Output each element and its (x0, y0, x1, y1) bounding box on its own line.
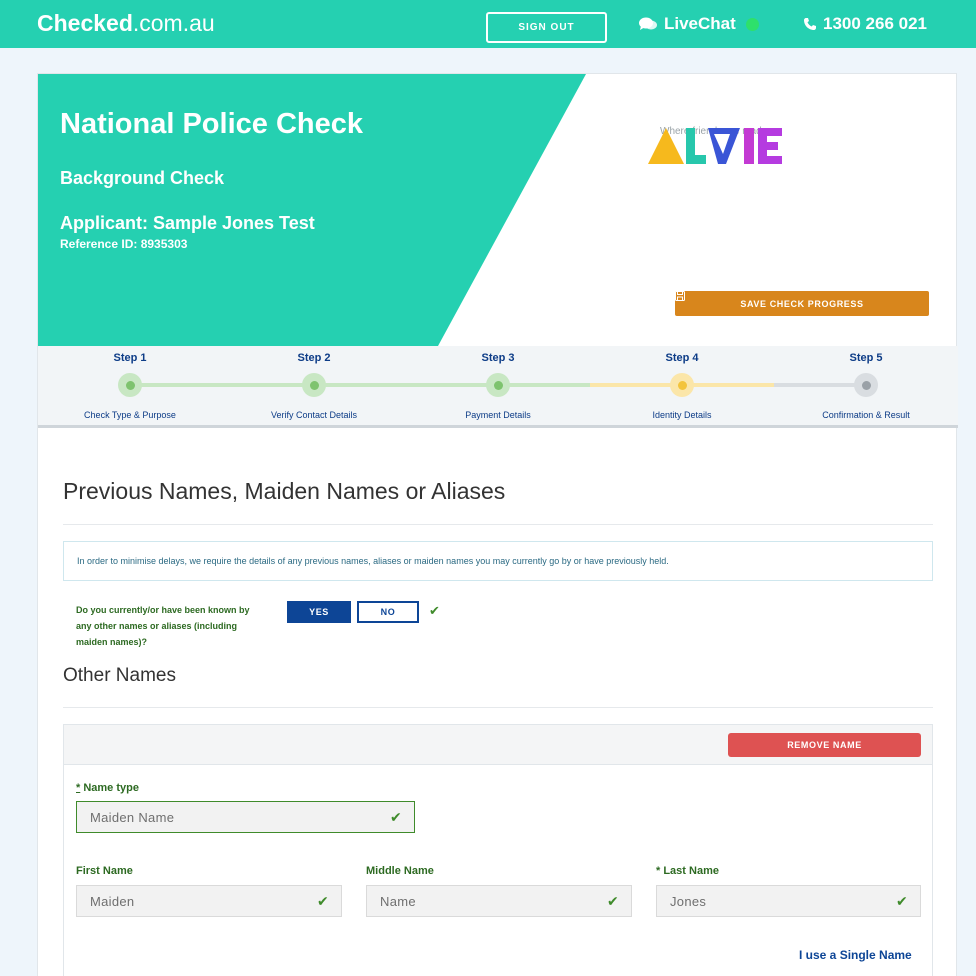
middle-name-input[interactable]: Name ✔ (366, 885, 632, 917)
step-1-description: Check Type & Purpose (84, 410, 176, 420)
last-name-label: * Last Name (656, 865, 719, 877)
step-connector (774, 383, 866, 387)
info-notice: In order to minimise delays, we require … (63, 541, 933, 581)
name-type-label: * Name type (76, 782, 139, 794)
step-5-pending-icon (854, 373, 878, 397)
check-card: National Police Check Background Check A… (37, 73, 958, 976)
step-2-complete-icon[interactable] (302, 373, 326, 397)
save-check-progress-button[interactable]: SAVE CHECK PROGRESS (675, 291, 929, 316)
step-4-description: Identity Details (652, 410, 712, 420)
single-name-link[interactable]: I use a Single Name (799, 948, 912, 962)
other-names-question: Do you currently/or have been known by a… (76, 605, 250, 647)
step-4-label: Step 4 (665, 352, 699, 364)
first-name-value: Maiden (90, 893, 135, 909)
chat-bubbles-icon (639, 17, 657, 30)
no-button[interactable]: NO (357, 601, 419, 623)
progress-stepper: Step 1 Check Type & Purpose Step 2 Verif… (38, 346, 958, 428)
top-bar: Checked.com.au SIGN OUT LiveChat 1300 26… (0, 0, 976, 48)
name-type-value: Maiden Name (90, 809, 175, 825)
step-5-description: Confirmation & Result (822, 410, 910, 420)
step-connector (130, 383, 314, 387)
first-name-input[interactable]: Maiden ✔ (76, 885, 342, 917)
reference-id: Reference ID: 8935303 (60, 237, 188, 251)
step-3-label: Step 3 (481, 352, 515, 364)
step-4-current-icon (670, 373, 694, 397)
step-1-label: Step 1 (113, 352, 147, 364)
step-3-complete-icon[interactable] (486, 373, 510, 397)
subsection-divider (63, 707, 933, 708)
section-divider (63, 524, 933, 525)
step-connector (498, 383, 590, 387)
first-name-label: First Name (76, 865, 133, 877)
required-marker: * (76, 782, 81, 794)
yes-button[interactable]: YES (287, 601, 351, 623)
step-3-description: Payment Details (465, 410, 531, 420)
partner-logo-icon (648, 128, 782, 164)
section-title: Previous Names, Maiden Names or Aliases (63, 478, 506, 504)
site-logo[interactable]: Checked.com.au (37, 10, 215, 37)
page-title: National Police Check (60, 108, 363, 140)
middle-name-value: Name (380, 893, 416, 909)
valid-check-icon: ✔ (389, 809, 402, 825)
phone-number: 1300 266 021 (823, 14, 927, 33)
sign-out-button[interactable]: SIGN OUT (486, 12, 607, 43)
hero-banner: National Police Check Background Check A… (38, 74, 958, 346)
valid-check-icon: ✔ (429, 603, 440, 618)
step-connector (314, 383, 498, 387)
name-entry-header: REMOVE NAME (64, 725, 932, 765)
last-name-value: Jones (670, 893, 707, 909)
partner-brand-logo: Where friends are made (648, 124, 808, 164)
valid-check-icon: ✔ (606, 893, 619, 909)
valid-check-icon: ✔ (895, 893, 908, 909)
step-1-complete-icon[interactable] (118, 373, 142, 397)
check-type-subtitle: Background Check (60, 168, 225, 188)
middle-name-label: Middle Name (366, 865, 434, 877)
step-connector (590, 383, 682, 387)
livechat-label: LiveChat (664, 14, 736, 33)
name-entry-panel: REMOVE NAME * Name type Maiden Name ✔ Fi… (63, 724, 933, 976)
other-names-title: Other Names (63, 665, 176, 686)
last-name-input[interactable]: Jones ✔ (656, 885, 921, 917)
name-type-select[interactable]: Maiden Name ✔ (76, 801, 415, 833)
step-2-description: Verify Contact Details (270, 410, 358, 420)
online-status-dot-icon (745, 17, 759, 31)
livechat-link[interactable]: LiveChat (638, 14, 759, 34)
valid-check-icon: ✔ (316, 893, 329, 909)
step-connector (682, 383, 774, 387)
phone-link[interactable]: 1300 266 021 (803, 14, 927, 34)
step-5-label: Step 5 (849, 352, 883, 364)
remove-name-button[interactable]: REMOVE NAME (728, 733, 921, 757)
phone-icon (804, 18, 816, 30)
save-check-progress-label: SAVE CHECK PROGRESS (740, 298, 864, 309)
applicant-name: Applicant: Sample Jones Test (60, 213, 315, 233)
step-2-label: Step 2 (297, 352, 331, 364)
floppy-disk-icon (675, 291, 685, 301)
